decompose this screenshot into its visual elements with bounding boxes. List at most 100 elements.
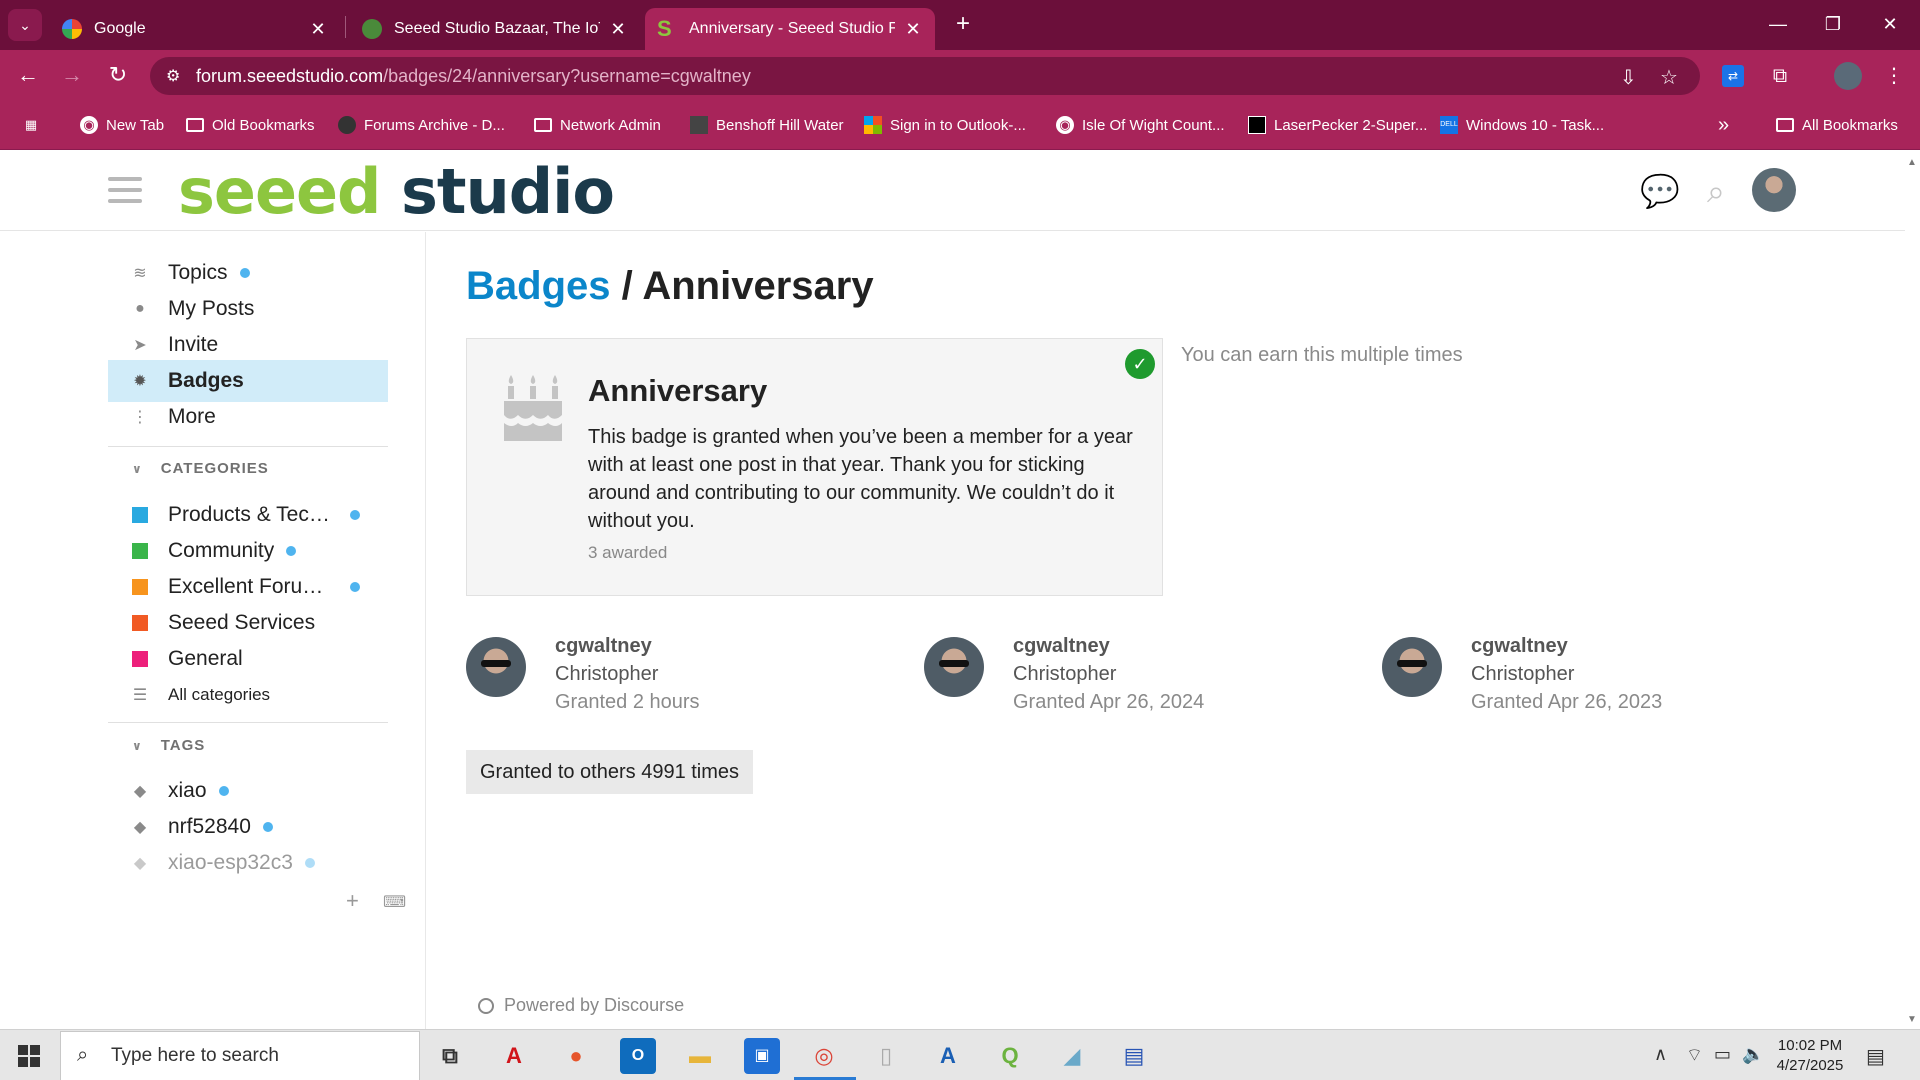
tab-search-button[interactable]: ⌄: [8, 9, 42, 41]
bookmark-old-bookmarks[interactable]: Old Bookmarks: [186, 113, 315, 137]
chrome-icon[interactable]: ◎: [806, 1038, 842, 1074]
page-scrollbar[interactable]: ▲ ▼: [1905, 151, 1920, 1029]
layers-icon: ≋: [133, 265, 147, 282]
url-host: forum.seeedstudio.com: [196, 65, 384, 86]
show-hidden-icons-icon[interactable]: ∧: [1654, 1044, 1667, 1065]
user-avatar[interactable]: [1752, 168, 1796, 212]
category-color-square: [132, 543, 148, 559]
grant-username[interactable]: cgwaltney: [1013, 635, 1110, 658]
extensions-puzzle-icon[interactable]: ⧉: [1766, 62, 1794, 90]
search-icon[interactable]: ⌕: [1696, 171, 1736, 211]
network-icon[interactable]: ⌔: [1686, 1044, 1703, 1067]
chrome-menu-icon[interactable]: ⋮: [1880, 62, 1908, 90]
restore-button[interactable]: ❐: [1803, 0, 1863, 50]
breadcrumb-badges-link[interactable]: Badges: [466, 264, 611, 308]
bookmark-forums-archive[interactable]: Forums Archive - D...: [338, 113, 505, 137]
bookmarks-bar: ▦ ◉ New Tab Old Bookmarks Forums Archive …: [0, 100, 1920, 150]
minimize-button[interactable]: —: [1748, 0, 1808, 50]
sidebar-all-categories[interactable]: ☰ All categories: [108, 674, 388, 716]
bookmark-outlook[interactable]: Sign in to Outlook-...: [864, 113, 1026, 137]
task-view-icon[interactable]: ⧉: [432, 1038, 468, 1074]
keyboard-shortcuts-icon[interactable]: ⌨: [383, 892, 406, 912]
grant-username[interactable]: cgwaltney: [1471, 635, 1568, 658]
unread-dot: [262, 822, 273, 832]
bookmark-star-icon[interactable]: ☆: [1660, 65, 1678, 90]
sidebar: ≋ Topics ● My Posts ➤ Invite ✹ Badges ⋮ …: [0, 232, 426, 1029]
sidebar-tag-xiao-esp32c3[interactable]: ◆ xiao-esp32c3: [108, 842, 388, 884]
bookmark-new-tab[interactable]: ◉ New Tab: [80, 113, 164, 137]
grant-user-avatar[interactable]: [466, 637, 526, 697]
powered-by-discourse-link[interactable]: Powered by Discourse: [478, 995, 684, 1016]
windows-taskbar: ⌕ Type here to search ⧉ A ● O ▬ ▣ ◎ ▯ A …: [0, 1029, 1920, 1080]
category-color-square: [132, 615, 148, 631]
grant-username[interactable]: cgwaltney: [555, 635, 652, 658]
gear-favicon-icon: [338, 116, 356, 134]
file-explorer-icon[interactable]: ▬: [682, 1038, 718, 1074]
qgis-icon[interactable]: Q: [992, 1038, 1028, 1074]
all-bookmarks-button[interactable]: All Bookmarks: [1776, 113, 1898, 137]
tab-google[interactable]: Google ✕: [50, 8, 340, 50]
outlook-icon[interactable]: O: [620, 1038, 656, 1074]
tab-seeed-bazaar[interactable]: Seeed Studio Bazaar, The IoT H ✕: [350, 8, 640, 50]
sidebar-item-more[interactable]: ⋮ More: [108, 396, 388, 438]
microsoft-store-icon[interactable]: ▣: [744, 1038, 780, 1074]
seeed-studio-logo[interactable]: seeed studio: [178, 155, 615, 228]
tag-icon: ◆: [133, 855, 147, 872]
back-button[interactable]: ←: [12, 59, 44, 91]
site-info-icon[interactable]: ⚙: [166, 66, 180, 86]
grant-user-avatar[interactable]: [1382, 637, 1442, 697]
extension-icon[interactable]: ⇄: [1722, 65, 1744, 87]
close-tab-icon[interactable]: ✕: [903, 19, 923, 40]
address-bar[interactable]: ⚙ forum.seeedstudio.com/badges/24/annive…: [150, 57, 1700, 95]
volume-icon[interactable]: 🔈: [1742, 1044, 1764, 1065]
paper-plane-icon: ➤: [133, 337, 147, 354]
user-icon: ●: [135, 300, 145, 317]
windows-start-button[interactable]: [18, 1045, 40, 1067]
grant-user-avatar[interactable]: [924, 637, 984, 697]
close-tab-icon[interactable]: ✕: [608, 19, 628, 40]
apps-grid-icon[interactable]: ▦: [22, 113, 48, 137]
battery-icon[interactable]: ▭: [1714, 1044, 1731, 1065]
app-icon[interactable]: ◢: [1054, 1038, 1090, 1074]
list-icon: ☰: [132, 687, 148, 704]
bookmark-benshoff[interactable]: Benshoff Hill Water: [690, 113, 844, 137]
scroll-up-arrow-icon[interactable]: ▲: [1907, 157, 1917, 168]
folder-icon: [1776, 118, 1794, 132]
close-window-button[interactable]: ✕: [1860, 0, 1920, 50]
sidebar-divider: [108, 722, 388, 723]
sidebar-toggle-button[interactable]: [108, 177, 142, 203]
scroll-down-arrow-icon[interactable]: ▼: [1907, 1014, 1917, 1025]
grant-full-name: Christopher: [1471, 663, 1575, 685]
close-tab-icon[interactable]: ✕: [308, 19, 328, 40]
notepad-icon[interactable]: ▯: [868, 1038, 904, 1074]
badge-title: Anniversary: [588, 373, 768, 408]
font-app-icon[interactable]: A: [930, 1038, 966, 1074]
vertical-ellipsis-icon: ⋮: [132, 409, 148, 426]
bookmark-laserpecker[interactable]: LaserPecker 2-Super...: [1248, 113, 1427, 137]
bookmark-windows-10[interactable]: DELL Windows 10 - Task...: [1440, 113, 1604, 137]
categories-section-toggle[interactable]: ∨ CATEGORIES: [108, 460, 269, 477]
bookmarks-overflow-button[interactable]: »: [1718, 113, 1729, 137]
tab-anniversary[interactable]: S Anniversary - Seeed Studio For ✕: [645, 8, 935, 50]
taskbar-search-box[interactable]: ⌕ Type here to search: [60, 1031, 420, 1080]
taskbar-clock[interactable]: 10:02 PM 4/27/2025: [1770, 1036, 1850, 1076]
bookmark-network-admin[interactable]: Network Admin: [534, 113, 661, 137]
new-tab-button[interactable]: +: [948, 10, 978, 40]
laserpecker-favicon-icon: [1248, 116, 1266, 134]
badge-card: ✓ Anniversary This badge is granted when…: [466, 338, 1163, 596]
acrobat-icon[interactable]: A: [496, 1038, 532, 1074]
remote-desktop-icon[interactable]: ▤: [1116, 1038, 1152, 1074]
profile-avatar[interactable]: [1834, 62, 1862, 90]
forward-button[interactable]: →: [56, 59, 88, 91]
granted-to-others-button[interactable]: Granted to others 4991 times: [466, 750, 754, 794]
firefox-icon[interactable]: ●: [558, 1038, 594, 1074]
globe-icon: ◉: [1056, 116, 1074, 134]
reload-button[interactable]: ↻: [102, 59, 134, 91]
folder-icon: [186, 118, 204, 132]
chat-icon[interactable]: 💬: [1640, 171, 1680, 211]
install-app-icon[interactable]: ⇩: [1620, 65, 1637, 90]
notifications-icon[interactable]: ▤: [1866, 1044, 1885, 1069]
bookmark-isle-of-wight[interactable]: ◉ Isle Of Wight Count...: [1056, 113, 1225, 137]
add-section-icon[interactable]: +: [346, 888, 359, 914]
tags-section-toggle[interactable]: ∨ TAGS: [108, 737, 205, 754]
